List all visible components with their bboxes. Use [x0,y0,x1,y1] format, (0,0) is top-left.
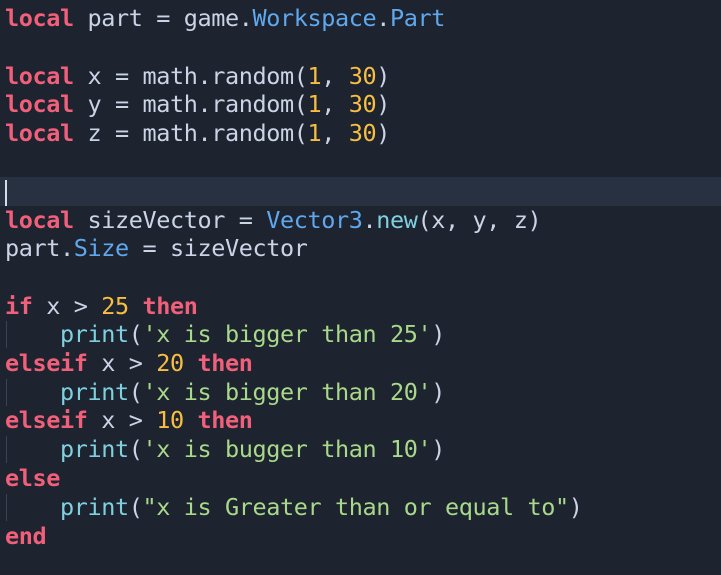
code-line-16: print('x is bugger than 10') [0,435,721,464]
code-text: , [321,62,349,90]
keyword-end: end [5,522,47,550]
number-literal: 30 [348,62,377,90]
function-name: print [60,493,129,521]
property-name: Part [389,4,445,32]
number-literal: 30 [348,90,377,118]
string-literal: 'x is bigger than 20' [142,378,432,406]
code-text: ( [128,493,143,521]
code-text: , [321,90,349,118]
code-text: , [321,119,349,147]
keyword-elseif: elseif [5,406,88,434]
string-literal: 'x is bigger than 25' [142,320,432,348]
function-name: print [60,320,129,348]
code-line-1: local part = game.Workspace.Part [0,4,721,33]
keyword-else: else [5,464,60,492]
code-text: ( [128,435,143,463]
keyword-if: if [5,292,33,320]
keyword-local: local [5,119,74,147]
code-line-9: part.Size = sizeVector [0,234,721,263]
code-text: sizeVector = [73,206,267,234]
code-line-15: elseif x > 10 then [0,406,721,435]
code-line-19: end [0,522,721,551]
property-name: Size [73,234,129,262]
code-text: x > [87,406,157,434]
function-name: print [60,378,129,406]
indent-guide [6,321,7,348]
code-line-11: if x > 25 then [0,292,721,321]
number-literal: 30 [348,119,377,147]
code-line-5: local z = math.random(1, 30) [0,119,721,148]
code-line-13: elseif x > 20 then [0,349,721,378]
code-text: z = math.random( [73,119,308,147]
class-name: Vector3 [266,206,363,234]
code-text: ) [431,378,445,406]
code-text: y = math.random( [73,90,308,118]
keyword-then: then [142,292,198,320]
code-text: ) [376,119,390,147]
string-literal: "x is Greater than or equal to" [142,493,570,521]
code-line-8: local sizeVector = Vector3.new(x, y, z) [0,206,721,235]
code-text: ) [376,90,390,118]
code-line-14: print('x is bigger than 20') [0,378,721,407]
function-name: new [376,206,418,234]
current-line-highlight[interactable] [0,177,721,206]
code-line-4: local y = math.random(1, 30) [0,90,721,119]
code-text: . [376,4,390,32]
keyword-then: then [197,349,253,377]
code-line-17: else [0,464,721,493]
number-literal: 20 [156,349,184,377]
code-text: ) [431,320,445,348]
number-literal: 25 [101,292,129,320]
code-line-18: print("x is Greater than or equal to") [0,493,721,522]
function-name: print [60,435,129,463]
keyword-elseif: elseif [5,349,88,377]
number-literal: 10 [156,406,184,434]
number-literal: 1 [307,119,322,147]
keyword-local: local [5,4,74,32]
code-line-3: local x = math.random(1, 30) [0,62,721,91]
code-line-12: print('x is bigger than 25') [0,320,721,349]
keyword-local: local [5,90,74,118]
number-literal: 1 [307,90,322,118]
code-text: x > [32,292,102,320]
code-editor[interactable]: local part = game.Workspace.Part local x… [0,0,721,575]
number-literal: 1 [307,62,322,90]
code-text: ) [568,493,583,521]
code-text: x > [87,349,157,377]
property-name: Workspace [252,4,377,32]
code-text: part = game. [73,4,253,32]
code-text: (x, y, z) [417,206,542,234]
indent-guide [6,379,7,406]
keyword-local: local [5,206,74,234]
keyword-local: local [5,62,74,90]
indent-guide [6,436,7,463]
code-text: part. [5,234,74,262]
indent-guide [6,494,7,521]
code-text: = sizeVector [128,234,308,262]
code-text: ( [128,320,143,348]
text-cursor [5,179,7,206]
code-text: ) [376,62,390,90]
keyword-then: then [197,406,253,434]
string-literal: 'x is bugger than 10' [142,435,432,463]
code-text: x = math.random( [73,62,308,90]
code-text: ( [128,378,143,406]
code-text: . [362,206,377,234]
code-text: ) [431,435,445,463]
